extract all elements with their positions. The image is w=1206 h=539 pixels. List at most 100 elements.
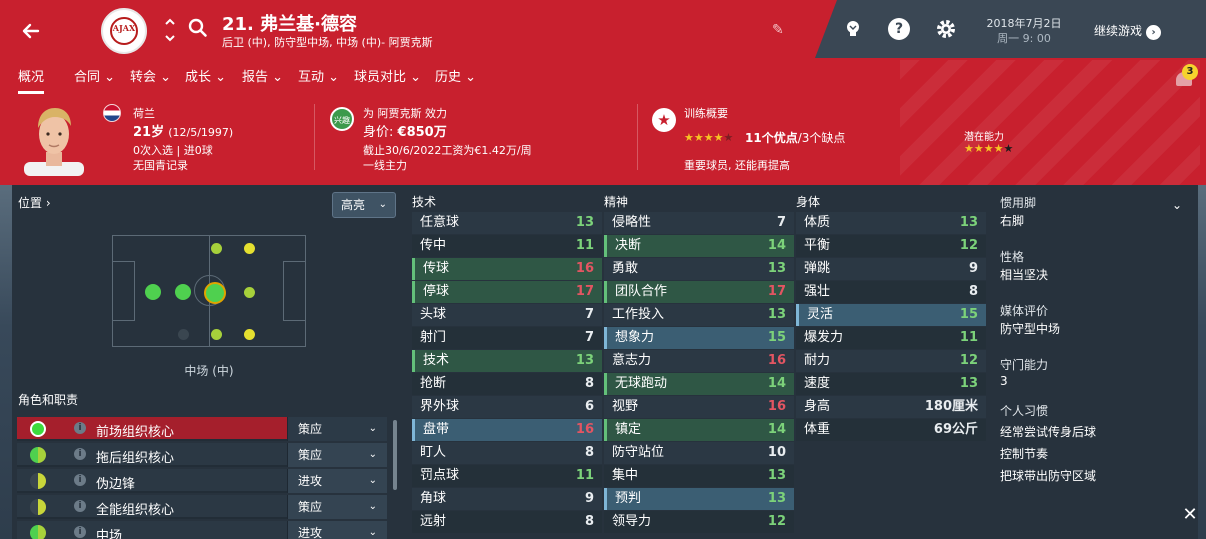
attribute-row[interactable]: 领导力 12 bbox=[604, 511, 794, 533]
position-dot-amr[interactable] bbox=[244, 329, 255, 340]
attribute-row[interactable]: 身高 180厘米 bbox=[796, 396, 986, 418]
attribute-row[interactable]: 体重 69公斤 bbox=[796, 419, 986, 441]
club-badge[interactable]: 兴趣 bbox=[330, 107, 354, 131]
attribute-row[interactable]: 盯人 8 bbox=[412, 442, 602, 464]
attribute-row[interactable]: 勇敢 13 bbox=[604, 258, 794, 280]
gear-icon[interactable] bbox=[935, 18, 957, 40]
contract-info[interactable]: 截止30/6/2022工资为€1.42万/周 bbox=[363, 142, 532, 158]
attribute-row[interactable]: 视野 16 bbox=[604, 396, 794, 418]
attribute-value: 13 bbox=[959, 376, 978, 391]
attribute-row[interactable]: 抢断 8 bbox=[412, 373, 602, 395]
help-icon[interactable]: ? bbox=[888, 18, 910, 40]
attribute-row[interactable]: 强壮 8 bbox=[796, 281, 986, 303]
attribute-row[interactable]: 远射 8 bbox=[412, 511, 602, 533]
tab-history[interactable]: 历史 ⌄ bbox=[435, 66, 476, 94]
role-row[interactable]: i 中场 进攻 ⌄ bbox=[17, 521, 387, 539]
tab-development[interactable]: 成长 ⌄ bbox=[185, 66, 226, 94]
info-icon[interactable]: i bbox=[74, 422, 86, 434]
position-dot-aml[interactable] bbox=[244, 243, 255, 254]
attribute-value: 16 bbox=[575, 261, 594, 276]
tab-compare[interactable]: 球员对比 ⌄ bbox=[354, 66, 421, 94]
role-row[interactable]: i 拖后组织核心 策应 ⌄ bbox=[17, 443, 387, 467]
attribute-row[interactable]: 侵略性 7 bbox=[604, 212, 794, 234]
attribute-row[interactable]: 意志力 16 bbox=[604, 350, 794, 372]
role-row[interactable]: i 伪边锋 进攻 ⌄ bbox=[17, 469, 387, 493]
attribute-row[interactable]: 盘带 16 bbox=[412, 419, 602, 441]
role-row[interactable]: i 前场组织核心 策应 ⌄ bbox=[17, 417, 387, 441]
position-dot-mr[interactable] bbox=[211, 329, 222, 340]
role-duty-select[interactable]: 策应 ⌄ bbox=[287, 443, 387, 467]
nationality[interactable]: 荷兰 bbox=[133, 105, 155, 121]
attribute-row[interactable]: 团队合作 17 bbox=[604, 281, 794, 303]
role-duty-select[interactable]: 策应 ⌄ bbox=[287, 495, 387, 519]
chevron-down-icon: ⌄ bbox=[160, 70, 172, 85]
attribute-row[interactable]: 想象力 15 bbox=[604, 327, 794, 349]
position-dot-mc[interactable] bbox=[204, 282, 226, 304]
attribute-name: 体质 bbox=[804, 215, 831, 230]
continue-button[interactable]: 继续游戏 › bbox=[1094, 22, 1162, 40]
up-down-icon[interactable] bbox=[162, 14, 178, 46]
attribute-row[interactable]: 工作投入 13 bbox=[604, 304, 794, 326]
attribute-row[interactable]: 界外球 6 bbox=[412, 396, 602, 418]
attribute-row[interactable]: 任意球 13 bbox=[412, 212, 602, 234]
position-dot-amc[interactable] bbox=[244, 287, 255, 298]
tab-contract[interactable]: 合同 ⌄ bbox=[74, 66, 115, 94]
info-icon[interactable]: i bbox=[74, 500, 86, 512]
role-duty-select[interactable]: 策应 ⌄ bbox=[287, 417, 387, 441]
attribute-row[interactable]: 镇定 14 bbox=[604, 419, 794, 441]
back-arrow-icon[interactable] bbox=[16, 16, 46, 46]
position-dot-dc[interactable] bbox=[145, 284, 161, 300]
position-dot-dr[interactable] bbox=[178, 329, 189, 340]
attribute-row[interactable]: 传球 16 bbox=[412, 258, 602, 280]
attribute-row[interactable]: 预判 13 bbox=[604, 488, 794, 510]
attribute-row[interactable]: 体质 13 bbox=[796, 212, 986, 234]
info-icon[interactable]: i bbox=[74, 474, 86, 486]
chevron-down-icon: ⌄ bbox=[368, 475, 377, 486]
club-crest[interactable]: AJAX bbox=[101, 8, 147, 54]
attribute-row[interactable]: 角球 9 bbox=[412, 488, 602, 510]
attribute-row[interactable]: 速度 13 bbox=[796, 373, 986, 395]
role-row[interactable]: i 全能组织核心 策应 ⌄ bbox=[17, 495, 387, 519]
squad-status: 一线主力 bbox=[363, 159, 407, 172]
info-icon[interactable]: i bbox=[74, 526, 86, 538]
pencil-icon[interactable]: ✎ bbox=[772, 22, 784, 38]
attribute-row[interactable]: 射门 7 bbox=[412, 327, 602, 349]
attribute-row[interactable]: 无球跑动 14 bbox=[604, 373, 794, 395]
tab-reports[interactable]: 报告 ⌄ bbox=[242, 66, 283, 94]
attribute-row[interactable]: 爆发力 11 bbox=[796, 327, 986, 349]
role-duty-select[interactable]: 进攻 ⌄ bbox=[287, 521, 387, 539]
tab-overview[interactable]: 概况 bbox=[18, 66, 45, 94]
attribute-row[interactable]: 技术 13 bbox=[412, 350, 602, 372]
lightbulb-icon[interactable] bbox=[842, 18, 864, 40]
tab-interaction[interactable]: 互动 ⌄ bbox=[298, 66, 339, 94]
attribute-row[interactable]: 灵活 15 bbox=[796, 304, 986, 326]
role-duty-select[interactable]: 进攻 ⌄ bbox=[287, 469, 387, 493]
search-icon[interactable] bbox=[186, 16, 210, 40]
bell-icon[interactable]: 3 bbox=[1174, 64, 1200, 90]
attribute-row[interactable]: 弹跳 9 bbox=[796, 258, 986, 280]
plays-for[interactable]: 为 阿贾克斯 效力 bbox=[363, 105, 447, 121]
goalkeeping-value: 3 bbox=[1000, 374, 1008, 388]
training-label[interactable]: 训练概要 bbox=[684, 105, 728, 121]
position-label[interactable]: 位置 › bbox=[18, 194, 51, 211]
attribute-row[interactable]: 平衡 12 bbox=[796, 235, 986, 257]
attribute-row[interactable]: 头球 7 bbox=[412, 304, 602, 326]
attribute-name: 角球 bbox=[420, 491, 447, 506]
info-icon[interactable]: i bbox=[74, 448, 86, 460]
attribute-row[interactable]: 决断 14 bbox=[604, 235, 794, 257]
player-positions[interactable]: 后卫 (中), 防守型中场, 中场 (中)- 阿贾克斯 bbox=[222, 34, 433, 50]
attribute-row[interactable]: 耐力 12 bbox=[796, 350, 986, 372]
chevron-down-icon[interactable]: ⌄ bbox=[1172, 198, 1182, 212]
star-icon: ★ bbox=[652, 108, 676, 132]
position-dot-dm[interactable] bbox=[175, 284, 191, 300]
attribute-row[interactable]: 罚点球 11 bbox=[412, 465, 602, 487]
position-dot-ml[interactable] bbox=[211, 243, 222, 254]
highlight-dropdown[interactable]: 高亮 ⌄ bbox=[332, 192, 396, 218]
close-icon[interactable]: ✕ bbox=[1182, 505, 1198, 525]
attribute-row[interactable]: 停球 17 bbox=[412, 281, 602, 303]
roles-scrollbar[interactable] bbox=[393, 420, 397, 490]
tab-transfer[interactable]: 转会 ⌄ bbox=[130, 66, 171, 94]
attribute-row[interactable]: 防守站位 10 bbox=[604, 442, 794, 464]
attribute-row[interactable]: 传中 11 bbox=[412, 235, 602, 257]
attribute-row[interactable]: 集中 13 bbox=[604, 465, 794, 487]
